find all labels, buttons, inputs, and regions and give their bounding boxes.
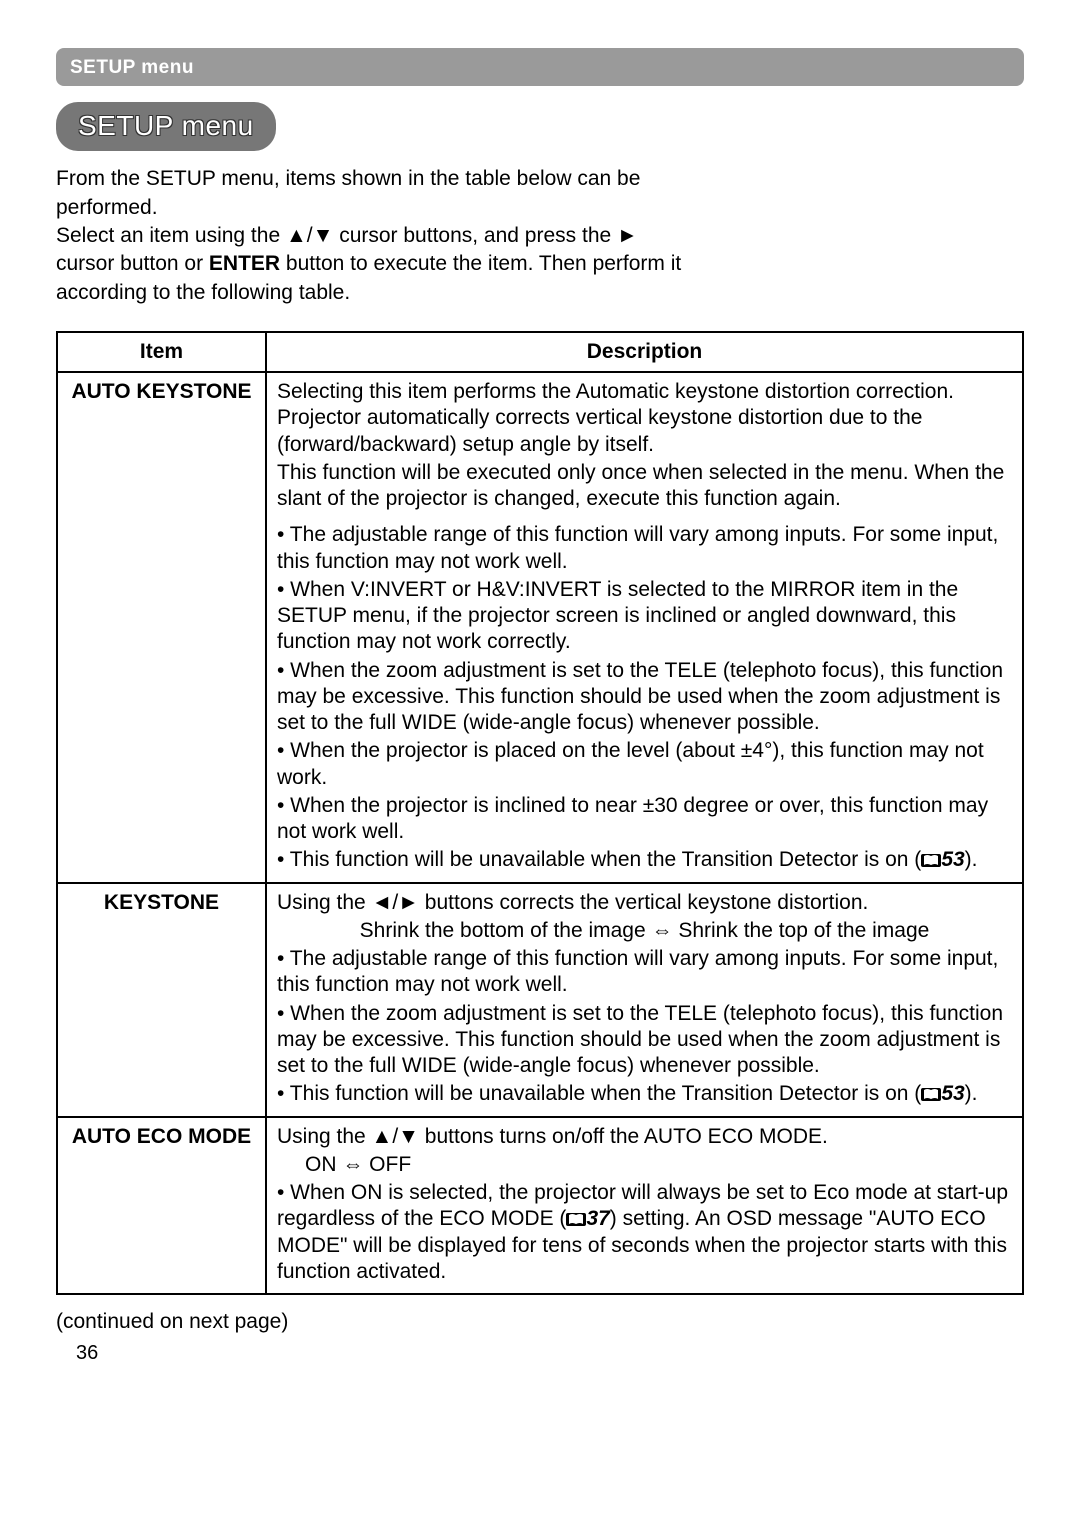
section-title: SETUP menu (78, 110, 254, 141)
item-keystone: KEYSTONE (57, 883, 266, 1117)
desc-auto-eco-mode: Using the ▲/▼ buttons turns on/off the A… (266, 1117, 1023, 1295)
th-description: Description (266, 332, 1023, 372)
desc-keystone: Using the ◄/► buttons corrects the verti… (266, 883, 1023, 1117)
table-row: KEYSTONE Using the ◄/► buttons corrects … (57, 883, 1023, 1117)
table-header-row: Item Description (57, 332, 1023, 372)
desc-auto-keystone: Selecting this item performs the Automat… (266, 372, 1023, 883)
item-auto-eco-mode: AUTO ECO MODE (57, 1117, 266, 1295)
table-row: AUTO ECO MODE Using the ▲/▼ buttons turn… (57, 1117, 1023, 1295)
header-bar: SETUP menu (56, 48, 1024, 86)
section-title-pill: SETUP menu (56, 102, 276, 151)
setup-table: Item Description AUTO KEYSTONE Selecting… (56, 331, 1024, 1295)
continued-note: (continued on next page) (56, 1309, 1024, 1335)
book-icon (921, 853, 941, 868)
intro-p1: From the SETUP menu, items shown in the … (56, 165, 695, 222)
item-auto-keystone: AUTO KEYSTONE (57, 372, 266, 883)
intro-p2: Select an item using the ▲/▼ cursor butt… (56, 222, 695, 307)
table-row: AUTO KEYSTONE Selecting this item perfor… (57, 372, 1023, 883)
th-item: Item (57, 332, 266, 372)
intro-text: From the SETUP menu, items shown in the … (56, 165, 695, 307)
page-number: 36 (76, 1341, 1024, 1366)
book-icon (566, 1212, 586, 1227)
book-icon (921, 1087, 941, 1102)
header-bar-label: SETUP menu (70, 57, 194, 78)
